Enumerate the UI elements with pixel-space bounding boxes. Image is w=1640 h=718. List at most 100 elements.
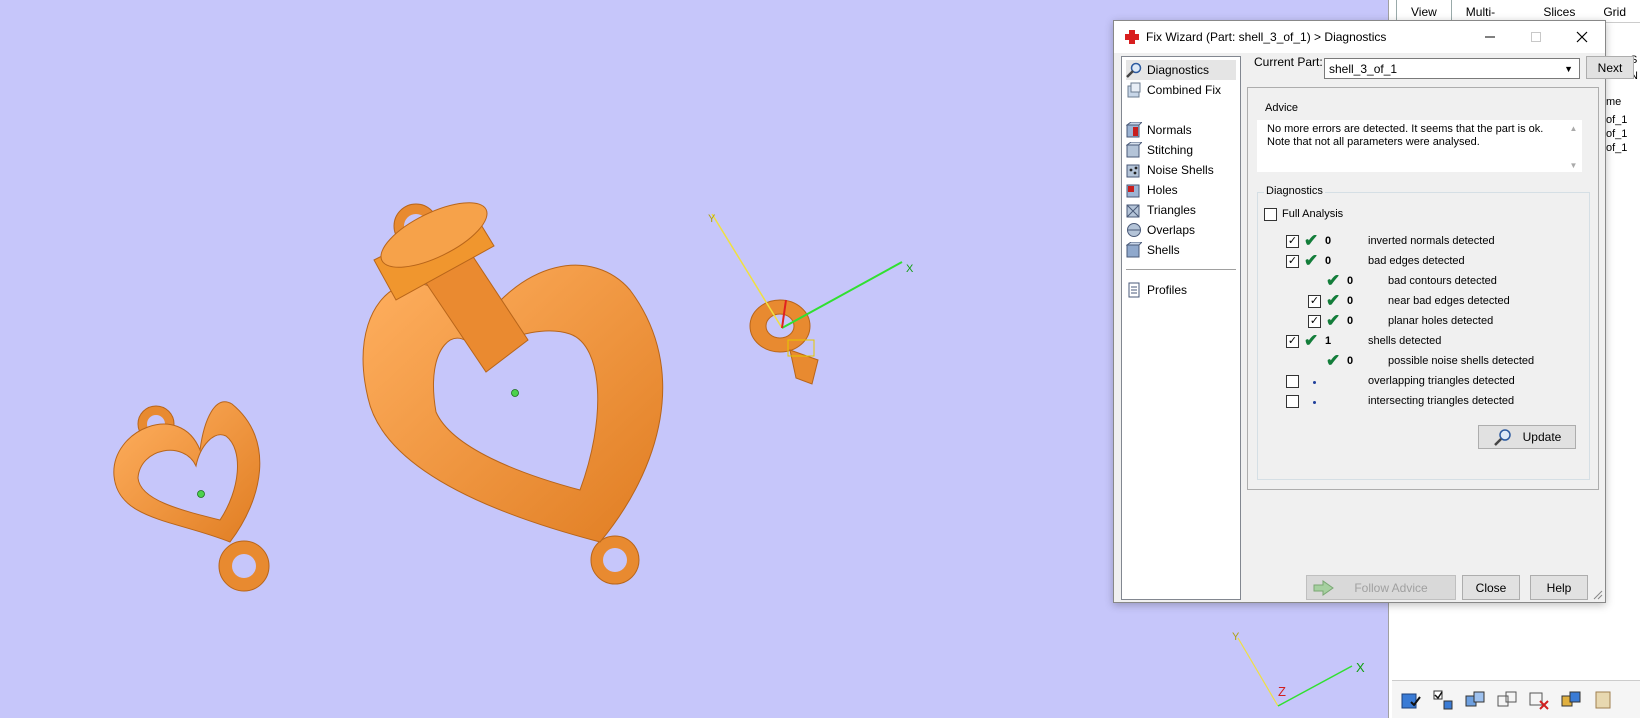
update-button[interactable]: Update	[1478, 425, 1576, 449]
advice-scrollbar[interactable]: ▲ ▼	[1565, 120, 1582, 172]
magnifier-icon	[1493, 429, 1511, 446]
select-all-parts-icon[interactable]	[1398, 687, 1424, 713]
near-bad-edges-checkbox[interactable]: ✓	[1308, 295, 1321, 308]
pending-dot-icon	[1313, 401, 1316, 404]
scroll-up-icon[interactable]: ▲	[1565, 122, 1582, 135]
resize-grip-icon[interactable]	[1593, 590, 1603, 600]
check-icon: ✔	[1326, 271, 1341, 290]
document-icon	[1128, 282, 1140, 298]
diagnostics-legend: Diagnostics	[1264, 185, 1325, 197]
fix-wizard-dialog: Fix Wizard (Part: shell_3_of_1) > Diagno…	[1113, 20, 1634, 603]
nav-label: Noise Shells	[1147, 163, 1214, 177]
current-part-value: shell_3_of_1	[1329, 62, 1398, 76]
planar-holes-count: 0	[1347, 315, 1354, 327]
near-bad-edges-label: near bad edges detected	[1388, 295, 1510, 307]
close-window-button[interactable]	[1559, 21, 1605, 53]
triad-z-label: Z	[1278, 684, 1286, 699]
holes-icon	[1126, 184, 1140, 198]
cubes-icon[interactable]	[1462, 687, 1488, 713]
advice-legend: Advice	[1263, 102, 1301, 114]
paste-icon[interactable]	[1590, 687, 1616, 713]
checklist-icon[interactable]	[1430, 687, 1456, 713]
full-analysis-checkbox[interactable]	[1264, 208, 1277, 221]
nav-item-triangles[interactable]: Triangles	[1126, 200, 1196, 220]
planar-holes-checkbox[interactable]: ✓	[1308, 315, 1321, 328]
nav-label: Stitching	[1147, 143, 1194, 157]
nav-label: Diagnostics	[1147, 63, 1210, 77]
follow-advice-button: Follow Advice	[1306, 575, 1456, 600]
noise-shells-label: possible noise shells detected	[1388, 355, 1535, 367]
check-icon: ✔	[1326, 291, 1341, 310]
shells-icon	[1126, 242, 1142, 258]
inverted-normals-label: inverted normals detected	[1368, 235, 1495, 247]
tab-slices[interactable]: Slices	[1529, 0, 1589, 22]
tab-multi-section[interactable]: Multi-Section	[1452, 0, 1530, 33]
noise-shells-icon	[1126, 164, 1140, 178]
overlapping-triangles-checkbox[interactable]	[1286, 375, 1299, 388]
wire-cubes-icon[interactable]	[1494, 687, 1520, 713]
shells-count: 1	[1325, 335, 1332, 347]
advice-group: Advice No more errors are detected. It s…	[1257, 102, 1590, 178]
inverted-normals-checkbox[interactable]: ✓	[1286, 235, 1299, 248]
nav-item-overlaps[interactable]: Overlaps	[1126, 220, 1195, 240]
red-cross-icon	[1124, 29, 1140, 45]
nav-item-shells[interactable]: Shells	[1126, 240, 1180, 260]
shells-checkbox[interactable]: ✓	[1286, 335, 1299, 348]
nav-item-profiles[interactable]: Profiles	[1126, 280, 1187, 300]
part-list-item[interactable]: of_1	[1606, 142, 1627, 154]
nav-label: Normals	[1147, 123, 1192, 137]
planar-holes-label: planar holes detected	[1388, 315, 1494, 327]
overlapping-triangles-label: overlapping triangles detected	[1368, 375, 1515, 387]
combined-fix-icon	[1127, 82, 1141, 98]
advice-textbox[interactable]: No more errors are detected. It seems th…	[1257, 120, 1582, 172]
part-list-item[interactable]: of_1	[1606, 114, 1627, 126]
close-button[interactable]: Close	[1462, 575, 1520, 600]
part-list-item[interactable]: of_1	[1606, 128, 1627, 140]
next-button[interactable]: Next	[1586, 56, 1634, 79]
part-toolbar	[1392, 680, 1640, 718]
nav-item-combined-fix[interactable]: Combined Fix	[1126, 80, 1221, 100]
intersecting-triangles-label: intersecting triangles detected	[1368, 395, 1515, 407]
tab-grid[interactable]: Grid	[1589, 0, 1640, 22]
tab-view[interactable]: View	[1396, 0, 1452, 22]
pending-dot-icon	[1313, 381, 1316, 384]
shells-label: shells detected	[1368, 335, 1442, 347]
current-part-select[interactable]: shell_3_of_1 ▼	[1324, 58, 1580, 79]
update-label: Update	[1522, 430, 1562, 444]
diagnostics-group: Diagnostics Full Analysis ✓ ✔ 0 inverted…	[1257, 185, 1590, 480]
nav-item-stitching[interactable]: Stitching	[1126, 140, 1193, 160]
dialog-titlebar[interactable]: Fix Wizard (Part: shell_3_of_1) > Diagno…	[1114, 21, 1605, 53]
check-icon: ✔	[1304, 251, 1319, 270]
check-icon: ✔	[1304, 331, 1319, 350]
large-heart-part[interactable]	[362, 190, 664, 585]
follow-advice-label: Follow Advice	[1354, 580, 1428, 595]
colored-cubes-icon[interactable]	[1558, 687, 1584, 713]
chevron-down-icon: ▼	[1564, 64, 1573, 74]
advice-line-1: No more errors are detected. It seems th…	[1267, 123, 1544, 135]
triad-x-label: X	[1356, 660, 1365, 675]
minimize-button[interactable]	[1467, 21, 1513, 53]
panel-column-header: me	[1606, 96, 1622, 108]
local-y-label: Y	[708, 213, 716, 225]
check-icon: ✔	[1304, 231, 1319, 250]
bad-edges-checkbox[interactable]: ✓	[1286, 255, 1299, 268]
nav-separator	[1126, 269, 1236, 270]
remove-part-icon[interactable]	[1526, 687, 1552, 713]
full-analysis-label: Full Analysis	[1282, 208, 1344, 220]
dialog-title: Fix Wizard (Part: shell_3_of_1) > Diagno…	[1146, 30, 1387, 44]
nav-label: Holes	[1147, 183, 1178, 197]
nav-item-diagnostics[interactable]: Diagnostics	[1126, 60, 1236, 80]
small-heart-part[interactable]	[113, 401, 270, 592]
bad-edges-label: bad edges detected	[1368, 255, 1465, 267]
current-part-label: Current Part:	[1254, 55, 1323, 69]
nav-item-noise-shells[interactable]: Noise Shells	[1126, 160, 1214, 180]
diagnostics-pane: Advice No more errors are detected. It s…	[1247, 87, 1599, 490]
scroll-down-icon[interactable]: ▼	[1565, 159, 1582, 172]
nav-item-normals[interactable]: Normals	[1126, 120, 1192, 140]
stitching-icon	[1126, 142, 1142, 158]
view-axis-triad: X Y Z	[1232, 631, 1365, 707]
nav-item-holes[interactable]: Holes	[1126, 180, 1178, 200]
intersecting-triangles-checkbox[interactable]	[1286, 395, 1299, 408]
help-button[interactable]: Help	[1530, 575, 1588, 600]
overlaps-icon	[1127, 223, 1141, 237]
